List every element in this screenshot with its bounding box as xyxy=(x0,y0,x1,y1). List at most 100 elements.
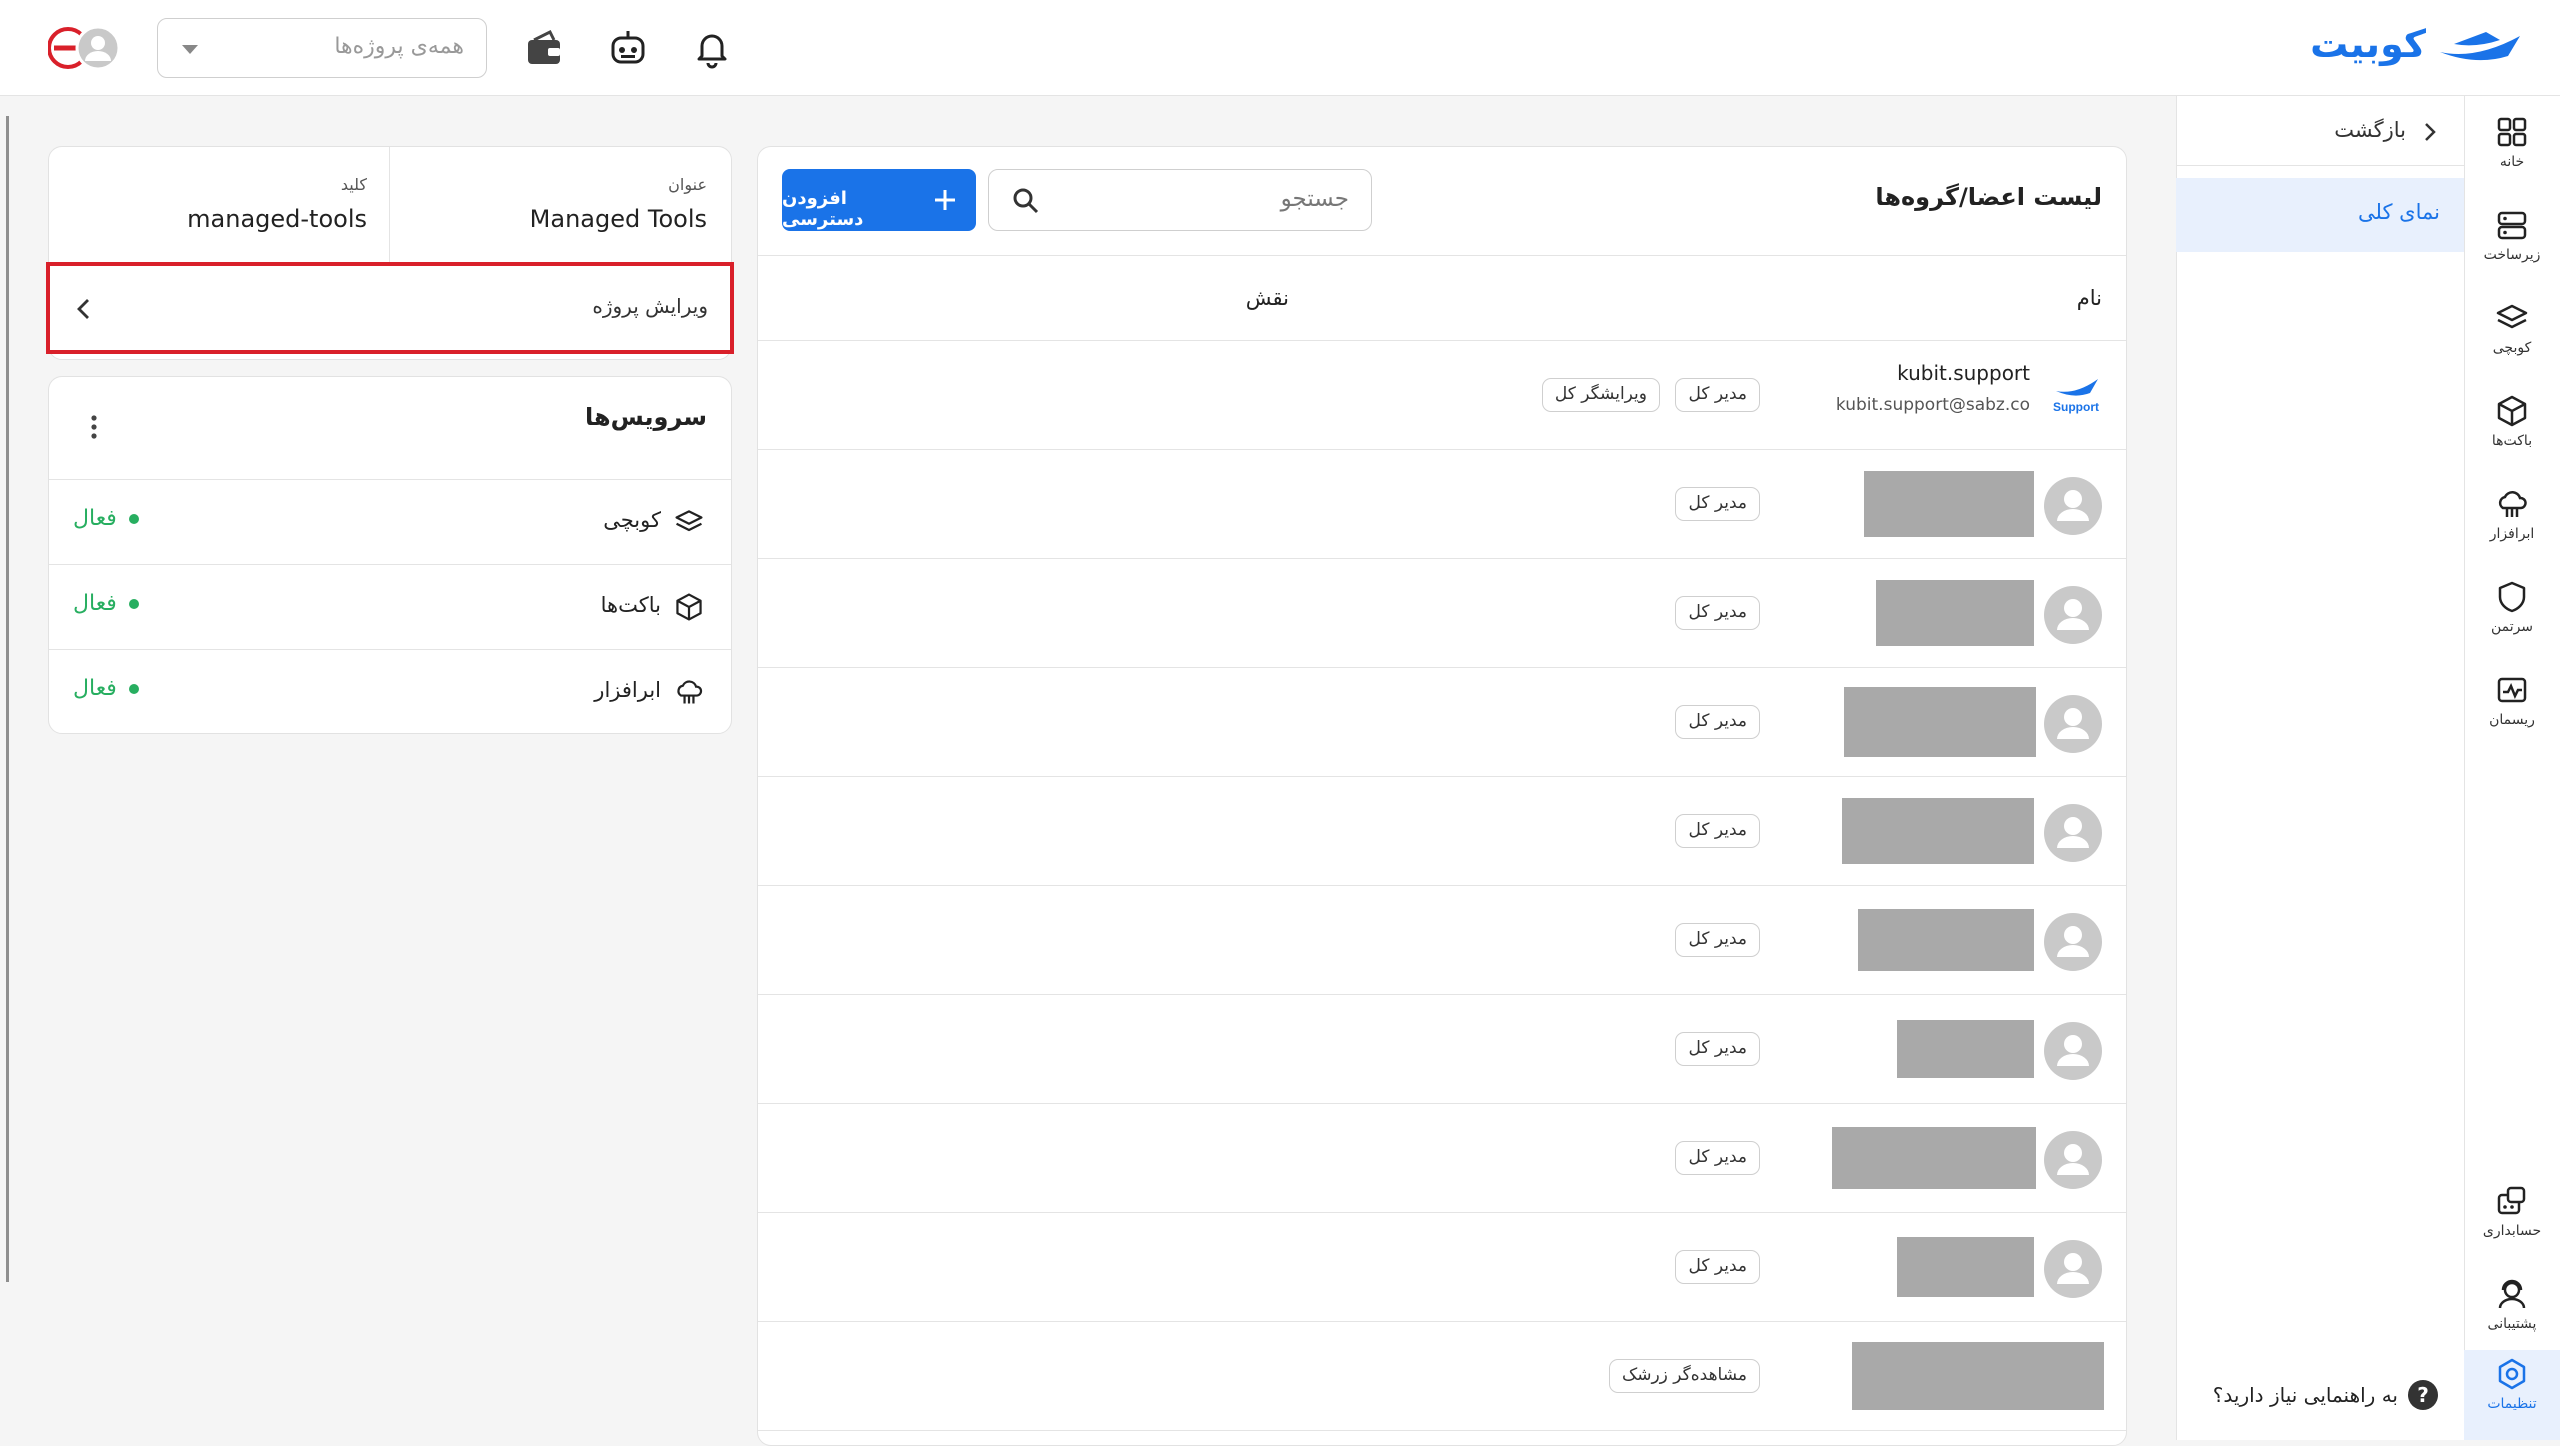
overview-label: نمای کلی xyxy=(2358,200,2440,224)
back-button[interactable]: بازگشت xyxy=(2176,96,2464,166)
calculator-icon xyxy=(2497,1186,2526,1215)
grid-icon xyxy=(2497,117,2527,147)
table-row[interactable]: Support kubit.support kubit.support@sabz… xyxy=(758,341,2126,450)
service-row-abrafzar[interactable]: ابرافزار فعال xyxy=(49,649,731,733)
back-label: بازگشت xyxy=(2334,118,2406,142)
member-name: kubit.support xyxy=(1897,361,2030,385)
table-row[interactable]: مدیر کل xyxy=(758,886,2126,995)
table-header: نام نقش xyxy=(758,255,2126,341)
more-vertical-icon[interactable] xyxy=(89,413,99,441)
rail-item-label: تنظیمات xyxy=(2487,1396,2537,1412)
services-title: سرویس‌ها xyxy=(584,403,707,431)
redacted-name xyxy=(1844,687,2036,757)
table-row[interactable]: مدیر کل xyxy=(758,450,2126,559)
cube-icon xyxy=(676,593,702,621)
support-logo-text: Support xyxy=(2053,400,2099,414)
table-row[interactable]: مدیر کل xyxy=(758,668,2126,777)
project-title-value: Managed Tools xyxy=(529,205,707,233)
avatar xyxy=(2044,477,2102,535)
service-name: ابرافزار xyxy=(594,678,661,702)
redacted-name xyxy=(1897,1020,2034,1078)
service-name: باکت‌ها xyxy=(600,593,661,617)
edit-project-button[interactable]: ویرایش پروژه xyxy=(46,262,734,354)
cloud-tool-icon xyxy=(2498,491,2527,517)
avatar xyxy=(2044,695,2102,753)
rail-item-kubchi[interactable]: کوبچی xyxy=(2464,294,2560,382)
avatar xyxy=(2044,586,2102,644)
user-avatar[interactable] xyxy=(48,24,122,72)
help-link[interactable]: ? به راهنمایی نیاز دارید؟ xyxy=(2213,1380,2438,1410)
redacted-name xyxy=(1876,580,2034,646)
settings-subnav: بازگشت نمای کلی ? به راهنمایی نیاز دارید… xyxy=(2176,96,2464,1440)
avatar xyxy=(2044,913,2102,971)
search-icon xyxy=(1013,188,1039,214)
rail-item-label: باکت‌ها xyxy=(2491,433,2533,449)
rail-item-settings[interactable]: تنظیمات xyxy=(2464,1350,2560,1440)
status-badge: فعال xyxy=(73,506,139,531)
layers-icon xyxy=(675,510,703,532)
role-chip: مدیر کل xyxy=(1675,814,1760,848)
project-key-value: managed-tools xyxy=(187,205,367,233)
brand-name: کوبیت xyxy=(2310,22,2426,66)
search-input[interactable]: جستجو xyxy=(988,169,1372,231)
support-logo-icon: Support xyxy=(2053,379,2099,414)
headset-icon xyxy=(2498,1279,2526,1309)
boat-icon xyxy=(2440,32,2520,61)
robot-icon[interactable] xyxy=(606,26,650,70)
shield-icon xyxy=(2498,581,2526,613)
rail-item-sartaman[interactable]: سرتمن xyxy=(2464,573,2560,661)
service-row-kubchi[interactable]: کوبچی فعال xyxy=(49,479,731,563)
avatar xyxy=(2044,1022,2102,1080)
project-title-cell: عنوان Managed Tools xyxy=(389,147,731,263)
avatar xyxy=(2044,1240,2102,1298)
plus-icon xyxy=(935,190,955,210)
main-rail: خانه زیرساخت کوبچی باکت‌ها ابرافزار سرتم… xyxy=(2464,96,2560,1440)
role-chip: مدیر کل xyxy=(1675,923,1760,957)
redacted-name xyxy=(1852,1342,2104,1410)
rail-item-risman[interactable]: ریسمان xyxy=(2464,666,2560,754)
settings-icon xyxy=(2498,1358,2526,1390)
subnav-item-overview[interactable]: نمای کلی xyxy=(2176,178,2464,252)
rail-item-buckets[interactable]: باکت‌ها xyxy=(2464,387,2560,475)
role-chip: مدیر کل xyxy=(1675,705,1760,739)
rail-item-label: پشتیبانی xyxy=(2487,1316,2537,1332)
table-row[interactable]: مشاهده‌گر زرشک xyxy=(758,1322,2126,1431)
layers-icon xyxy=(2496,304,2528,329)
add-access-label: افزودن دسترسی xyxy=(782,188,864,230)
brand-logo[interactable]: کوبیت xyxy=(2310,22,2522,66)
chevron-left-icon xyxy=(77,299,89,319)
role-chip: ویرایشگر کل xyxy=(1541,378,1660,412)
add-access-button[interactable]: افزودن دسترسی xyxy=(782,169,976,231)
redacted-name xyxy=(1842,798,2034,864)
edit-project-label: ویرایش پروژه xyxy=(592,294,708,318)
rail-item-support[interactable]: پشتیبانی xyxy=(2464,1270,2560,1358)
rail-item-label: سرتمن xyxy=(2490,619,2534,635)
project-title-label: عنوان xyxy=(668,175,707,194)
members-title: لیست اعضا/گروه‌ها xyxy=(1875,183,2102,211)
services-card: سرویس‌ها کوبچی فعال باکت‌ها فعال ابرافزا… xyxy=(48,376,732,734)
table-row[interactable]: مدیر کل xyxy=(758,995,2126,1104)
status-badge: فعال xyxy=(73,591,139,616)
rail-item-abrafzar[interactable]: ابرافزار xyxy=(2464,480,2560,568)
rail-item-label: خانه xyxy=(2499,154,2525,170)
rail-item-accounting[interactable]: حسابداری xyxy=(2464,1177,2560,1265)
redacted-name xyxy=(1858,909,2034,971)
avatar xyxy=(2044,804,2102,862)
wallet-icon[interactable] xyxy=(522,26,566,70)
role-chip: مدیر کل xyxy=(1675,596,1760,630)
cloud-tool-icon xyxy=(677,680,703,704)
table-row[interactable]: مدیر کل xyxy=(758,1213,2126,1322)
rail-item-home[interactable]: خانه xyxy=(2464,108,2560,196)
table-row[interactable]: مدیر کل xyxy=(758,1104,2126,1213)
rail-item-infrastructure[interactable]: زیرساخت xyxy=(2464,201,2560,289)
table-row[interactable]: مدیر کل xyxy=(758,777,2126,886)
chevron-left-icon xyxy=(2425,123,2436,141)
service-row-buckets[interactable]: باکت‌ها فعال xyxy=(49,564,731,648)
role-chip: مدیر کل xyxy=(1675,487,1760,521)
bell-icon[interactable] xyxy=(690,26,734,70)
monitor-icon xyxy=(2497,677,2527,703)
column-name: نام xyxy=(2076,286,2102,310)
table-row[interactable]: مدیر کل xyxy=(758,559,2126,668)
project-select[interactable]: همه‌ی پروژه‌ها xyxy=(157,18,487,78)
role-chip: مشاهده‌گر زرشک xyxy=(1608,1359,1760,1393)
